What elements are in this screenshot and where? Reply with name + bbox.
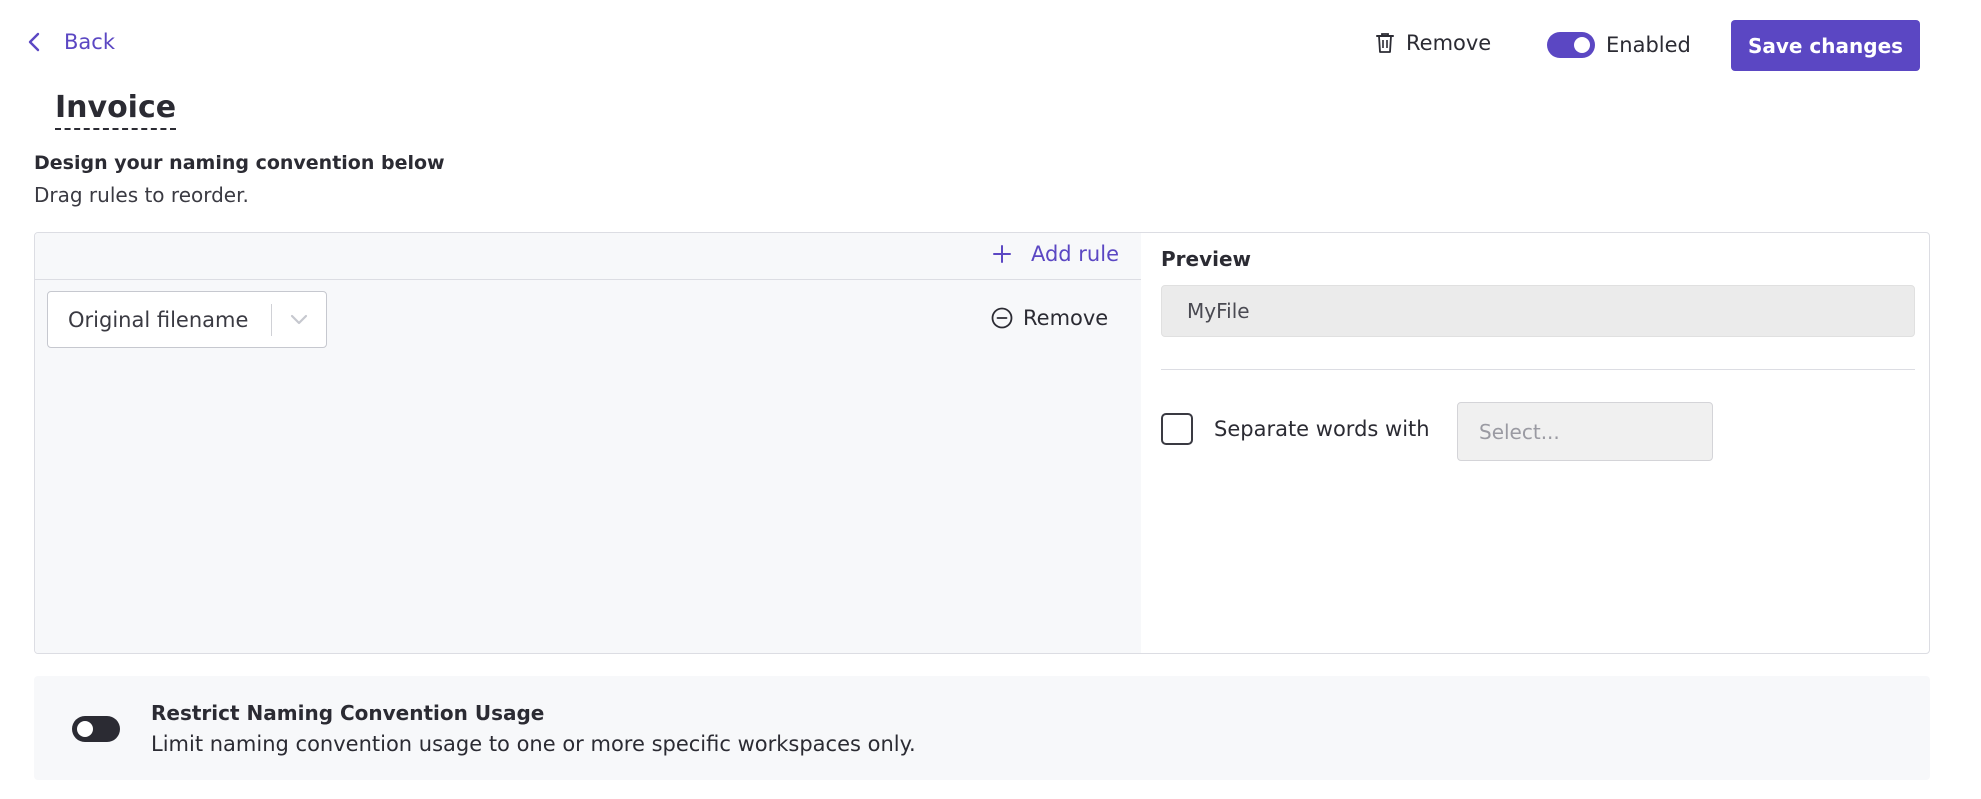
chevron-down-icon[interactable] bbox=[272, 314, 326, 326]
chevron-left-icon bbox=[28, 32, 40, 52]
separate-words-checkbox[interactable] bbox=[1161, 413, 1193, 445]
plus-icon bbox=[992, 245, 1011, 263]
remove-rule-label: Remove bbox=[1023, 306, 1109, 330]
rules-pane: Add rule Original filename Remove bbox=[35, 233, 1141, 653]
toggle-knob bbox=[1574, 37, 1590, 53]
rule-type-value: Original filename bbox=[68, 307, 249, 332]
page-title[interactable]: Invoice bbox=[55, 90, 177, 130]
enabled-label: Enabled bbox=[1606, 33, 1691, 57]
separator-placeholder: Select... bbox=[1479, 419, 1560, 444]
trash-icon bbox=[1376, 32, 1394, 54]
separate-words-label: Separate words with bbox=[1214, 417, 1430, 441]
add-rule-label: Add rule bbox=[1030, 242, 1119, 266]
restrict-description: Limit naming convention usage to one or … bbox=[151, 732, 916, 756]
preview-label: Preview bbox=[1161, 247, 1252, 271]
add-rule-button[interactable]: Add rule bbox=[992, 242, 1119, 266]
preview-field bbox=[1161, 285, 1915, 337]
remove-button[interactable]: Remove bbox=[1376, 31, 1491, 55]
minus-circle-icon bbox=[991, 307, 1013, 329]
remove-label: Remove bbox=[1406, 31, 1492, 55]
restrict-usage-toggle[interactable] bbox=[72, 716, 120, 742]
restrict-usage-panel: Restrict Naming Convention Usage Limit n… bbox=[34, 676, 1930, 780]
toggle-knob bbox=[77, 721, 93, 737]
rule-type-select[interactable]: Original filename bbox=[47, 291, 327, 348]
preview-pane: Preview Separate words with Select... bbox=[1141, 233, 1929, 653]
section-subtitle: Design your naming convention below bbox=[34, 152, 445, 174]
separator-select[interactable]: Select... bbox=[1457, 402, 1713, 461]
rules-header: Add rule bbox=[35, 233, 1141, 280]
back-label: Back bbox=[64, 30, 115, 54]
naming-rules-card: Add rule Original filename Remove Previe… bbox=[34, 232, 1930, 654]
restrict-title: Restrict Naming Convention Usage bbox=[151, 701, 545, 725]
section-hint: Drag rules to reorder. bbox=[34, 183, 249, 207]
divider bbox=[1161, 369, 1915, 370]
enabled-toggle[interactable] bbox=[1547, 32, 1595, 58]
back-link[interactable]: Back bbox=[28, 30, 115, 54]
remove-rule-button[interactable]: Remove bbox=[991, 306, 1108, 330]
save-changes-button[interactable]: Save changes bbox=[1731, 20, 1920, 71]
